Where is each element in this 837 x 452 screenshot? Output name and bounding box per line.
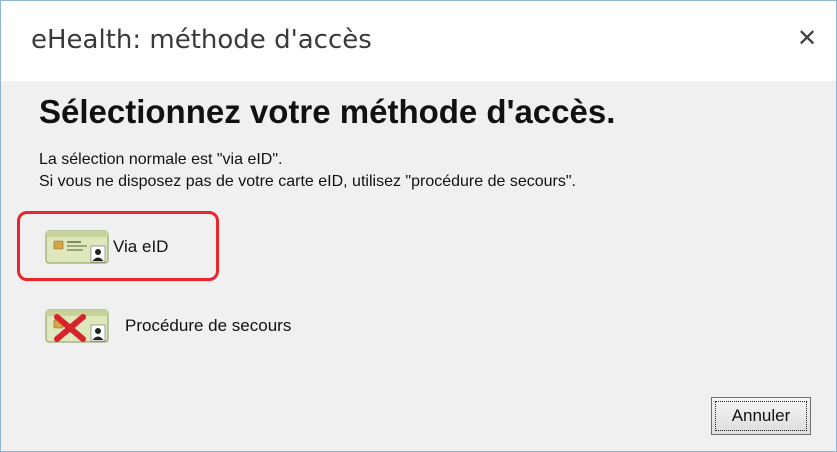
via-eid-option[interactable]: Via eID — [45, 228, 168, 266]
cancel-button-label: Annuler — [731, 406, 791, 425]
dialog-window: eHealth: méthode d'accès ✕ Sélectionnez … — [0, 0, 837, 452]
description-line-2: Si vous ne disposez pas de votre carte e… — [39, 173, 576, 190]
eid-card-icon — [45, 230, 109, 264]
window-title: eHealth: méthode d'accès — [31, 25, 372, 55]
description-line-1: La sélection normale est "via eID". — [39, 151, 283, 168]
page-title: Sélectionnez votre méthode d'accès. — [39, 93, 616, 130]
emergency-procedure-label: Procédure de secours — [125, 316, 292, 335]
eid-card-cross-icon — [45, 309, 109, 343]
close-button[interactable]: ✕ — [792, 23, 822, 53]
cancel-button[interactable]: Annuler — [711, 397, 811, 435]
emergency-procedure-option[interactable]: Procédure de secours — [45, 307, 291, 345]
close-icon: ✕ — [796, 24, 818, 52]
title-bar[interactable]: eHealth: méthode d'accès ✕ — [1, 1, 836, 81]
via-eid-label: Via eID — [113, 237, 169, 256]
